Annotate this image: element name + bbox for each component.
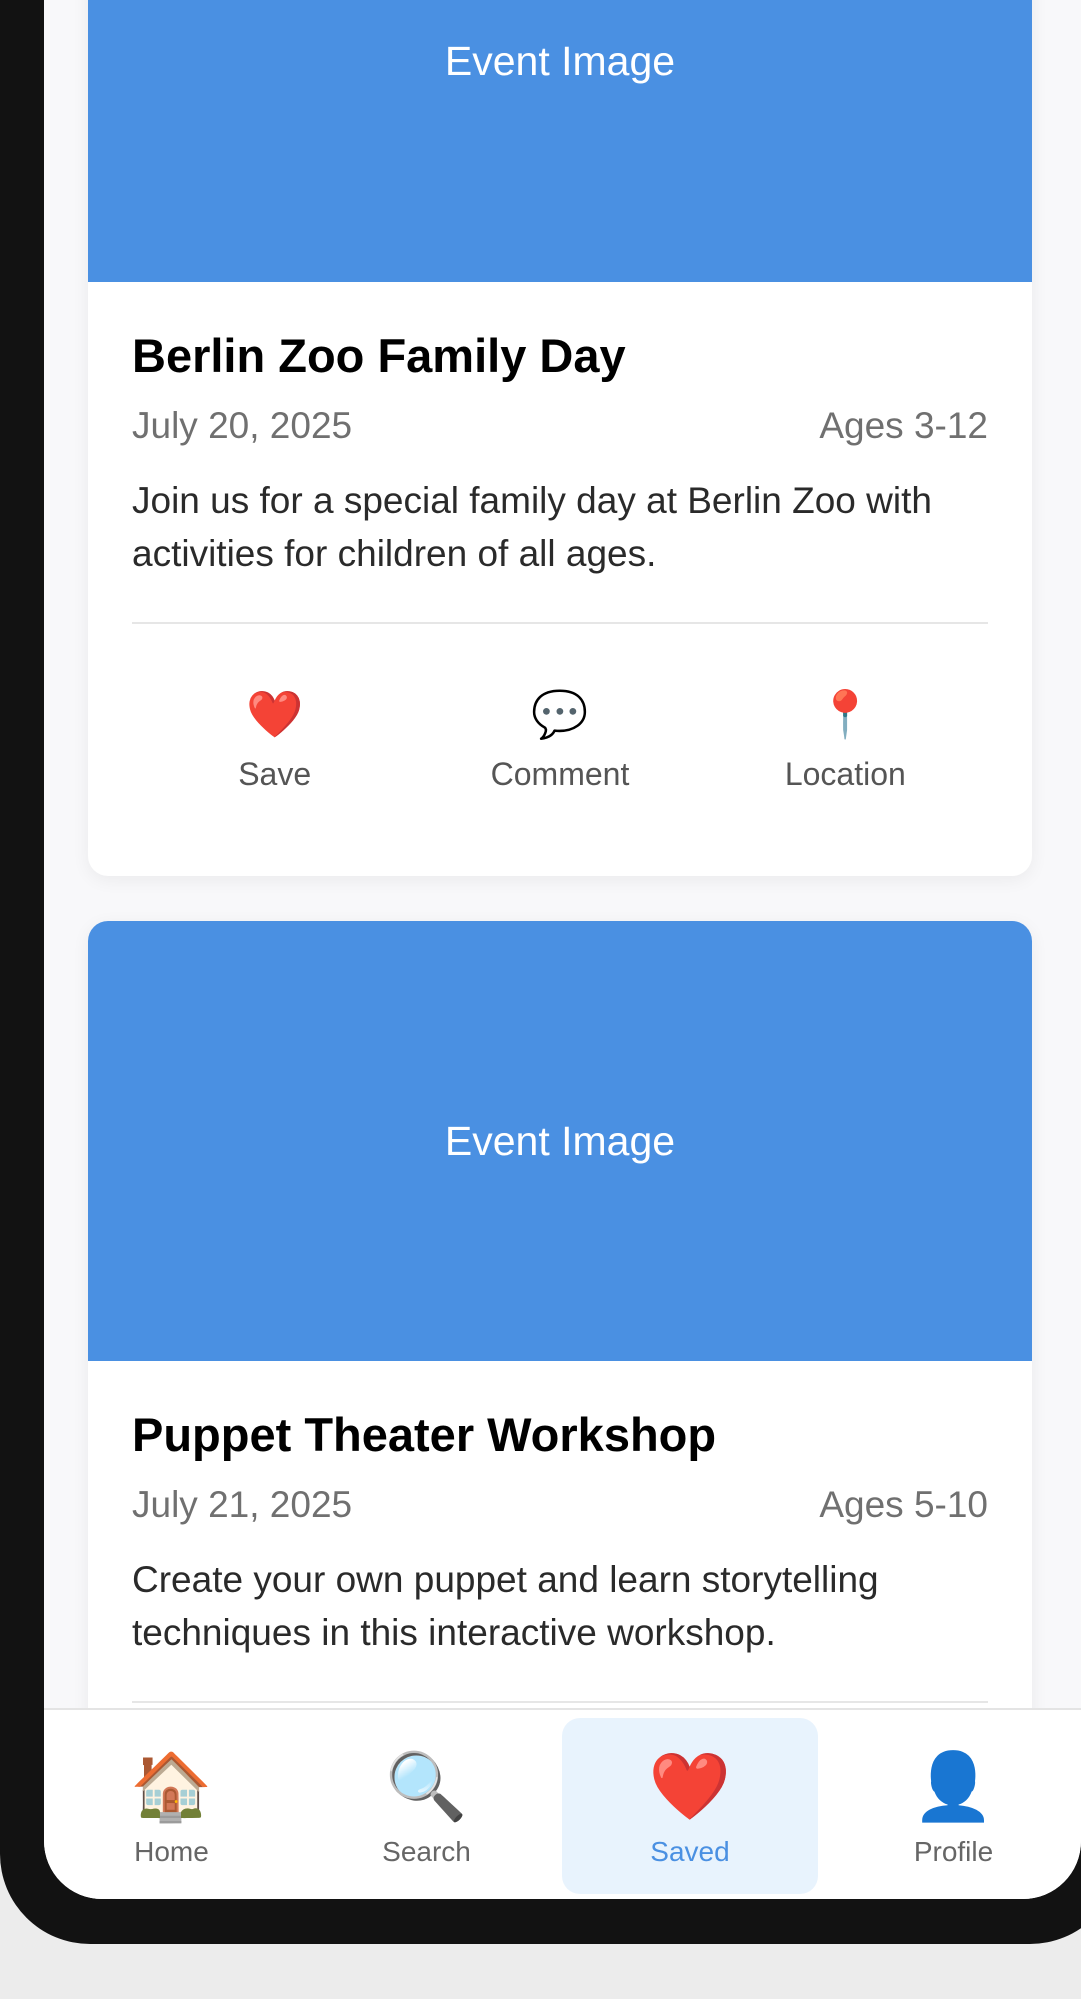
event-image-placeholder[interactable]: Event Image	[88, 921, 1032, 1361]
event-date: July 21, 2025	[132, 1484, 353, 1525]
card-divider	[132, 1701, 988, 1703]
location-label: Location	[784, 756, 906, 792]
event-image-label: Event Image	[444, 1117, 676, 1164]
event-card[interactable]: Event Image Puppet Theater Workshop July…	[88, 921, 1032, 1821]
tab-saved[interactable]: ❤️ Saved	[562, 1718, 818, 1894]
tab-home[interactable]: 🏠 Home	[44, 1718, 299, 1899]
save-label: Save	[238, 756, 312, 792]
speech-bubble-icon: 💬	[531, 688, 589, 740]
event-title[interactable]: Berlin Zoo Family Day	[132, 328, 988, 384]
event-description: Create your own puppet and learn storyte…	[132, 1559, 879, 1653]
tab-saved-label: Saved	[650, 1836, 730, 1867]
heart-icon: ❤️	[246, 688, 304, 740]
event-card[interactable]: Event Image Berlin Zoo Family Day July 2…	[88, 0, 1032, 876]
tab-search[interactable]: 🔍 Search	[299, 1718, 554, 1899]
user-silhouette-icon: 👤	[912, 1749, 995, 1823]
event-date: July 20, 2025	[132, 405, 353, 446]
event-title[interactable]: Puppet Theater Workshop	[132, 1407, 988, 1463]
magnifier-icon: 🔍	[385, 1749, 468, 1823]
map-pin-icon: 📍	[816, 688, 874, 740]
event-age-range: Ages 5-10	[819, 1484, 988, 1525]
event-description: Join us for a special family day at Berl…	[132, 480, 932, 574]
event-image-label: Event Image	[444, 38, 676, 84]
event-image-placeholder[interactable]: Event Image	[88, 0, 1032, 282]
event-meta: July 21, 2025 Ages 5-10	[132, 1483, 988, 1527]
comment-button[interactable]: 💬 Comment	[440, 686, 680, 793]
event-actions: ❤️ Save 💬 Comment 📍 Location	[132, 624, 988, 793]
bottom-tab-bar: 🏠 Home 🔍 Search ❤️ Saved 👤 Profile	[44, 1708, 1081, 1899]
tab-profile[interactable]: 👤 Profile	[826, 1718, 1081, 1899]
tab-home-label: Home	[134, 1836, 209, 1867]
location-button[interactable]: 📍 Location	[725, 686, 965, 793]
tab-search-label: Search	[382, 1836, 471, 1867]
event-age-range: Ages 3-12	[819, 405, 988, 446]
comment-label: Comment	[490, 756, 630, 792]
heart-icon: ❤️	[648, 1749, 732, 1823]
event-meta: July 20, 2025 Ages 3-12	[132, 404, 988, 448]
tab-profile-label: Profile	[913, 1836, 994, 1867]
app-screen: Event Image Berlin Zoo Family Day July 2…	[44, 0, 1081, 1899]
save-button[interactable]: ❤️ Save	[155, 686, 395, 793]
house-icon: 🏠	[130, 1749, 213, 1823]
